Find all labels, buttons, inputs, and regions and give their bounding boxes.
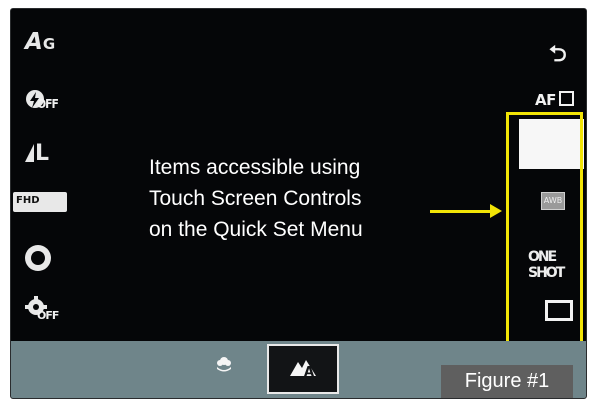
quality-triangle-icon [25, 144, 34, 162]
annotation-text: Items accessible using Touch Screen Cont… [149, 152, 429, 245]
macro-flower-icon [217, 357, 231, 372]
annotation-arrow-head-icon [490, 204, 502, 218]
scene-intelligent-auto-icon: A [288, 356, 320, 383]
flash-off-label: OFF [37, 97, 59, 111]
movie-size-label: FHD [16, 195, 40, 206]
af-method-button[interactable]: AF [535, 91, 574, 109]
selected-mode-label: A [304, 365, 314, 378]
af-method-label: AF [535, 91, 556, 109]
return-arrow-icon[interactable]: ⮌ [549, 37, 567, 75]
camera-lcd-screen: AG OFF L FHD OFF ⮌ AF AWB ONE SHOT Items… [10, 8, 587, 399]
scene-intelligent-auto-button[interactable]: A [267, 344, 339, 394]
flower-icon[interactable] [214, 354, 234, 379]
auto-lighting-main: A [25, 29, 43, 55]
self-timer-off-icon[interactable]: OFF [25, 296, 59, 324]
movie-recording-size-icon[interactable]: FHD [13, 192, 67, 212]
quick-set-highlight-box [506, 112, 583, 344]
auto-lighting-optimizer-icon[interactable]: AG [25, 31, 55, 54]
af-frame-icon [558, 91, 574, 106]
image-quality-icon[interactable]: L [25, 143, 49, 165]
globe-inner [31, 251, 45, 265]
annotation-line-2: Touch Screen Controls [149, 187, 362, 210]
annotation-line-1: Items accessible using [149, 156, 361, 179]
image-quality-label: L [35, 141, 50, 166]
annotation-arrow-line [430, 210, 492, 213]
figure-label: Figure #1 [441, 365, 573, 398]
annotation-line-3: on the Quick Set Menu [149, 218, 363, 241]
auto-lighting-sub: G [42, 35, 56, 53]
auto-mode-glyph: A [290, 360, 316, 380]
globe-icon[interactable] [25, 245, 51, 271]
flash-off-icon[interactable]: OFF [25, 89, 59, 113]
self-timer-off-label: OFF [37, 309, 59, 322]
